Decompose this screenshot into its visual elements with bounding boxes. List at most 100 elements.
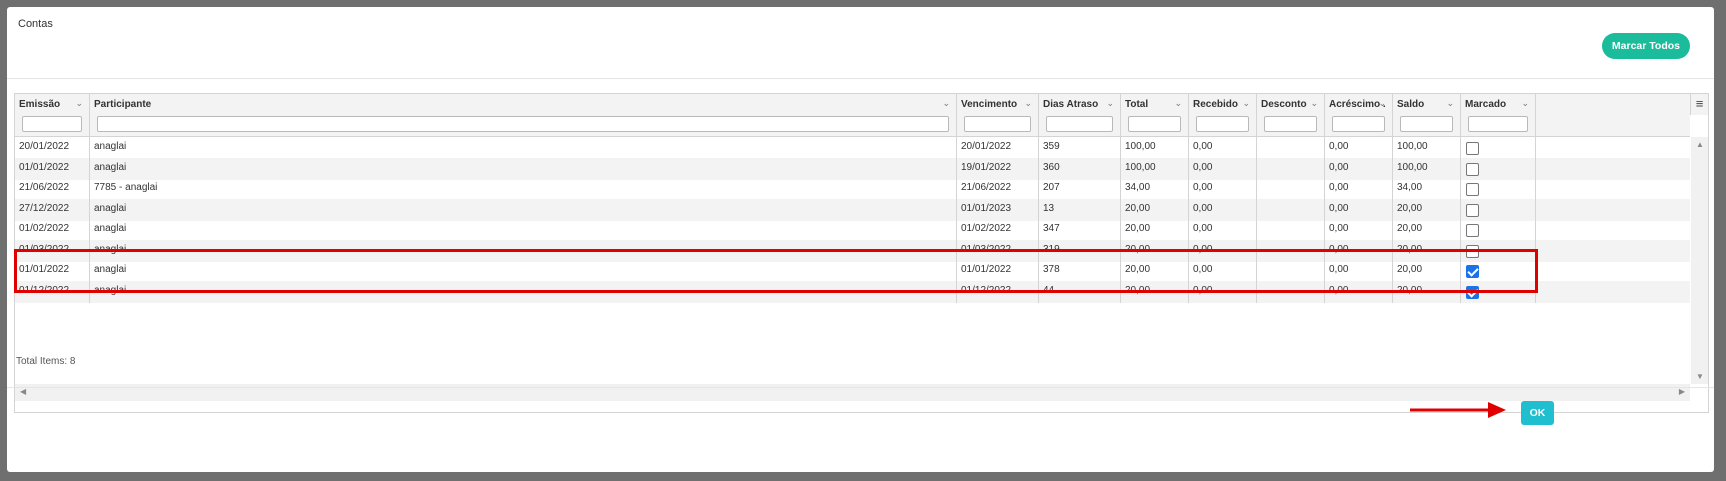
cell-recebido: 0,00	[1189, 219, 1257, 241]
column-header-desconto[interactable]: Desconto ⌄	[1257, 94, 1325, 136]
column-label: Dias Atraso	[1043, 99, 1099, 110]
chevron-down-icon[interactable]: ⌄	[1174, 98, 1182, 109]
cell-saldo: 100,00	[1393, 137, 1461, 159]
column-label: Recebido	[1193, 99, 1239, 110]
modal-title: Contas	[18, 18, 53, 30]
chevron-down-icon[interactable]: ⌄	[942, 98, 950, 109]
column-header-emissao[interactable]: Emissão ⌄	[15, 94, 90, 136]
cell-participante: 7785 - anaglai	[90, 178, 957, 200]
table-row[interactable]: 27/12/2022 anaglai 01/01/2023 13 20,00 0,00 0,…	[15, 198, 1690, 221]
cell-marcado	[1461, 137, 1536, 159]
cell-dias_atraso: 359	[1039, 137, 1121, 159]
cell-saldo: 34,00	[1393, 178, 1461, 200]
total-items: Total Items: 8	[16, 356, 76, 367]
cell-emissao: 01/01/2022	[15, 157, 90, 180]
cell-dias_atraso: 347	[1039, 219, 1121, 241]
column-label: Participante	[94, 99, 152, 110]
cell-participante: anaglai	[90, 137, 957, 159]
cell-vencimento: 19/01/2022	[957, 157, 1039, 180]
cell-recebido: 0,00	[1189, 198, 1257, 221]
cell-marcado	[1461, 198, 1536, 221]
column-header-saldo[interactable]: Saldo ⌄	[1393, 94, 1461, 136]
cell-marcado	[1461, 219, 1536, 241]
cell-emissao: 20/01/2022	[15, 137, 90, 159]
column-filter-input[interactable]	[1264, 116, 1317, 132]
marked-checkbox[interactable]	[1466, 162, 1479, 176]
cell-desconto	[1257, 157, 1325, 180]
table-row[interactable]: 20/01/2022 anaglai 20/01/2022 359 100,00 0,00…	[15, 137, 1690, 159]
column-header-total[interactable]: Total ⌄	[1121, 94, 1189, 136]
column-label: Acréscimo .	[1329, 99, 1386, 110]
cell-recebido: 0,00	[1189, 178, 1257, 200]
marked-checkbox[interactable]	[1466, 183, 1479, 196]
scroll-up-icon[interactable]: ▲	[1696, 140, 1704, 149]
column-header-marcado[interactable]: Marcado ⌄	[1461, 94, 1536, 136]
mark-all-button[interactable]: Marcar Todos	[1601, 33, 1690, 59]
cell-saldo: 100,00	[1393, 157, 1461, 180]
column-filter-input[interactable]	[97, 116, 949, 132]
cell-acrescimo: 0,00	[1325, 178, 1393, 200]
cell-dias_atraso: 360	[1039, 157, 1121, 180]
cell-acrescimo: 0,00	[1325, 157, 1393, 180]
table-row[interactable]: 01/02/2022 anaglai 01/02/2022 347 20,00 0,00 0…	[15, 219, 1690, 241]
column-filter-input[interactable]	[1332, 116, 1385, 132]
cell-recebido: 0,00	[1189, 137, 1257, 159]
scroll-right-icon[interactable]: ▶	[1679, 387, 1685, 396]
column-label: Marcado	[1465, 99, 1507, 110]
column-filter-input[interactable]	[1400, 116, 1453, 132]
column-label: Desconto	[1261, 99, 1307, 110]
chevron-down-icon[interactable]: ⌄	[1242, 98, 1250, 109]
column-label: Total	[1125, 99, 1149, 110]
ok-button[interactable]: OK	[1521, 401, 1554, 425]
column-header-recebido[interactable]: Recebido ⌄	[1189, 94, 1257, 136]
cell-vencimento: 01/02/2022	[957, 219, 1039, 241]
scroll-down-icon[interactable]: ▼	[1696, 372, 1704, 381]
chevron-down-icon[interactable]: ⌄	[1106, 98, 1114, 109]
cell-vencimento: 01/01/2023	[957, 198, 1039, 221]
chevron-down-icon[interactable]: ⌄	[75, 98, 83, 109]
table-row[interactable]: 21/06/2022 7785 - anaglai 21/06/2022 207 34,…	[15, 178, 1690, 200]
column-filter-input[interactable]	[1128, 116, 1181, 132]
column-filter-input[interactable]	[1468, 116, 1528, 132]
column-label: Emissão	[19, 99, 61, 110]
scroll-left-icon[interactable]: ◀	[20, 387, 26, 396]
chevron-down-icon[interactable]: ⌄	[1521, 98, 1529, 109]
column-header-acrescimo[interactable]: Acréscimo . ⌄	[1325, 94, 1393, 136]
cell-saldo: 20,00	[1393, 198, 1461, 221]
cell-marcado	[1461, 178, 1536, 200]
marked-checkbox[interactable]	[1466, 224, 1479, 237]
chevron-down-icon[interactable]: ⌄	[1446, 98, 1454, 109]
column-header-vencimento[interactable]: Vencimento ⌄	[957, 94, 1039, 136]
column-label: Saldo	[1397, 99, 1425, 110]
footer-divider	[7, 387, 1714, 388]
chevron-down-icon[interactable]: ⌄	[1024, 98, 1032, 109]
column-filter-input[interactable]	[22, 116, 82, 132]
selected-rows-highlight	[14, 249, 1538, 293]
cell-participante: anaglai	[90, 219, 957, 241]
cell-emissao: 27/12/2022	[15, 198, 90, 221]
marked-checkbox[interactable]	[1466, 203, 1479, 217]
chevron-down-icon[interactable]: ⌄	[1378, 98, 1386, 109]
marked-checkbox[interactable]	[1466, 142, 1479, 155]
column-header-participante[interactable]: Participante ⌄	[90, 94, 957, 136]
grid-header: Emissão ⌄ Participante ⌄ Vencimento ⌄ Dias Atr…	[15, 94, 1690, 137]
chevron-down-icon[interactable]: ⌄	[1310, 98, 1318, 109]
cell-total: 20,00	[1121, 219, 1189, 241]
column-header-dias_atraso[interactable]: Dias Atraso ⌄	[1039, 94, 1121, 136]
cell-acrescimo: 0,00	[1325, 137, 1393, 159]
cell-desconto	[1257, 219, 1325, 241]
column-filter-input[interactable]	[1196, 116, 1249, 132]
column-filter-input[interactable]	[1046, 116, 1113, 132]
cell-desconto	[1257, 198, 1325, 221]
table-row[interactable]: 01/01/2022 anaglai 19/01/2022 360 100,00 0,00…	[15, 157, 1690, 180]
cell-saldo: 20,00	[1393, 219, 1461, 241]
cell-desconto	[1257, 178, 1325, 200]
cell-desconto	[1257, 137, 1325, 159]
column-filter-input[interactable]	[964, 116, 1031, 132]
column-label: Vencimento	[961, 99, 1018, 110]
cell-vencimento: 21/06/2022	[957, 178, 1039, 200]
cell-emissao: 21/06/2022	[15, 178, 90, 200]
vertical-scrollbar[interactable]: ▲ ▼	[1691, 137, 1708, 384]
cell-total: 100,00	[1121, 137, 1189, 159]
grid-menu-icon[interactable]: ≡	[1690, 94, 1708, 115]
